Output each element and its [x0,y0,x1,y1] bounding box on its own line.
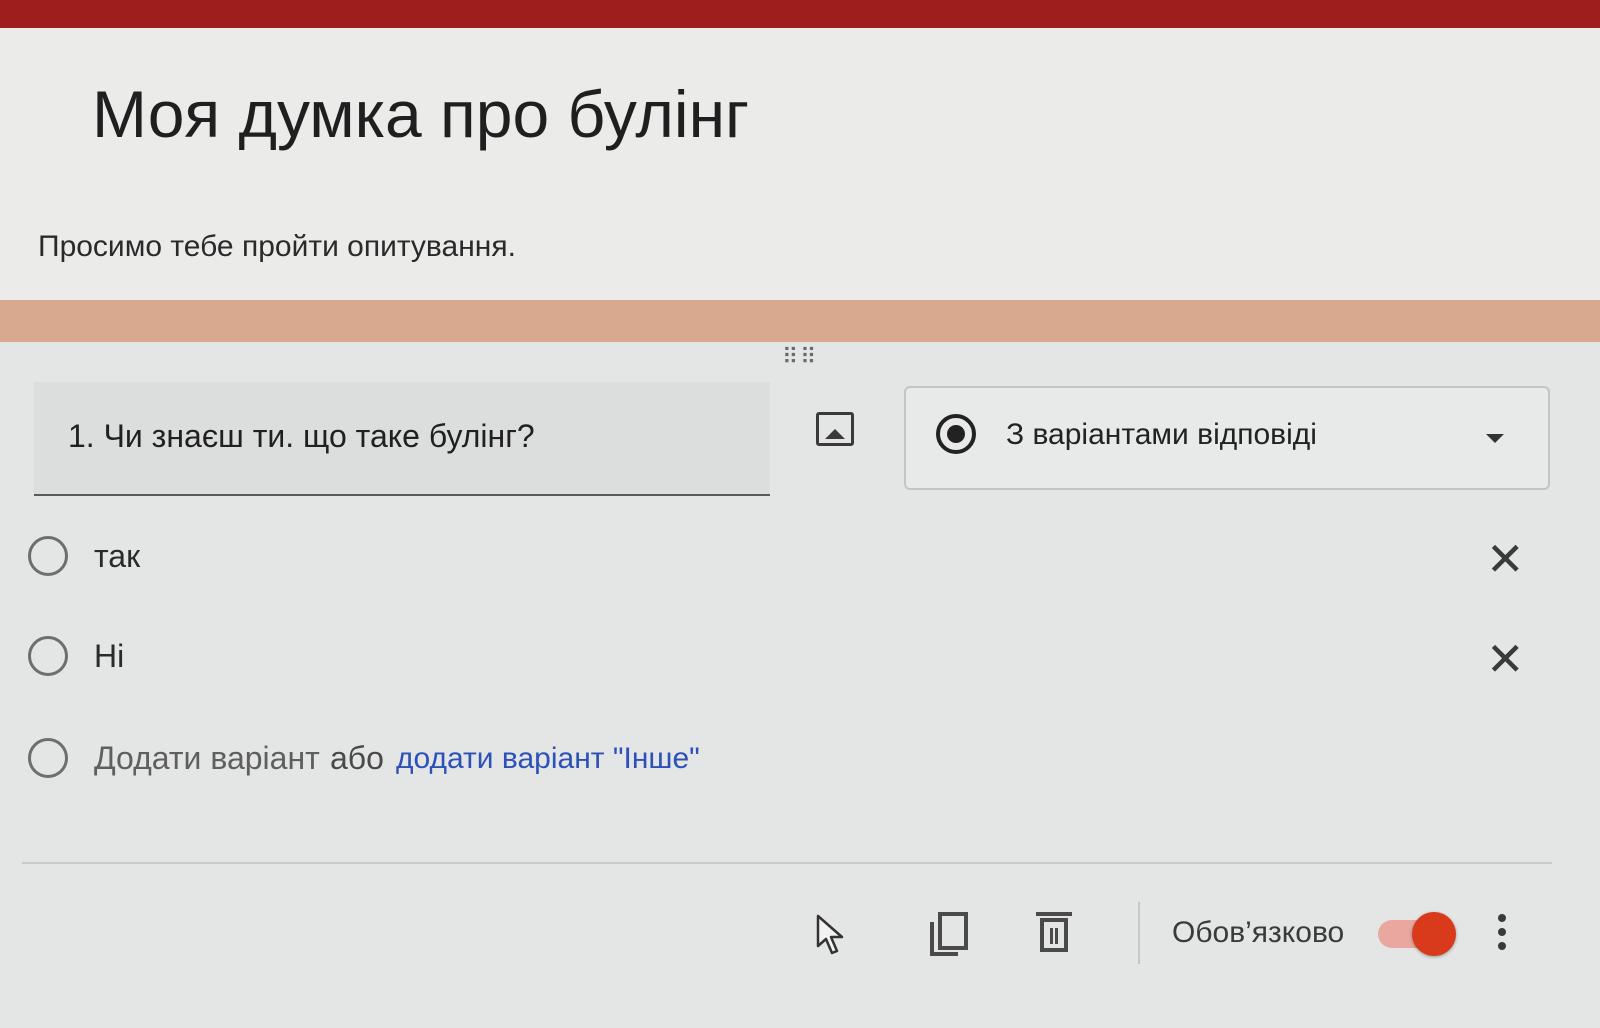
question-card[interactable]: ⠿⠿ 1. Чи знаєш ти. що таке булінг? З вар… [0,342,1600,1028]
question-type-label: З варіантами відповіді [1006,418,1317,451]
form-description[interactable]: Просимо тебе пройти опитування. [38,230,516,264]
question-title-text: 1. Чи знаєш ти. що таке булінг? [68,418,535,454]
chevron-down-icon [1486,434,1504,443]
copy-icon[interactable] [930,912,970,960]
radio-circle-icon [28,536,68,576]
option-row[interactable]: так ✕ [28,532,1568,582]
add-option-button[interactable]: Додати варіант [94,740,320,777]
close-icon[interactable]: ✕ [1486,636,1525,682]
cursor-icon [816,914,844,955]
add-other-option-link[interactable]: додати варіант "Інше" [396,742,700,776]
question-title-field[interactable]: 1. Чи знаєш ти. що таке булінг? [34,382,770,496]
close-icon[interactable]: ✕ [1486,536,1525,582]
trash-icon[interactable] [1036,908,1072,956]
footer-separator [1138,902,1140,964]
option-label[interactable]: Hi [94,638,124,675]
add-option-row: Додати варіант або додати варіант "Інше" [28,734,1568,784]
option-row[interactable]: Hi ✕ [28,632,1568,682]
form-header-card: Моя думка про булінг Просимо тебе пройти… [0,0,1600,312]
footer-divider [22,862,1552,864]
drag-handle-icon[interactable]: ⠿⠿ [782,346,818,368]
radio-circle-icon [28,636,68,676]
card-separator [0,300,1600,342]
radio-circle-icon [28,738,68,778]
question-type-select[interactable]: З варіантами відповіді [904,386,1550,490]
form-title[interactable]: Моя думка про булінг [92,76,749,152]
required-label: Обов’язково [1172,916,1345,949]
required-toggle[interactable] [1378,912,1458,956]
image-icon[interactable] [816,412,854,446]
radio-button-icon [936,414,976,454]
option-label[interactable]: так [94,538,140,575]
more-vertical-icon[interactable] [1496,914,1508,956]
or-text: або [330,740,384,776]
